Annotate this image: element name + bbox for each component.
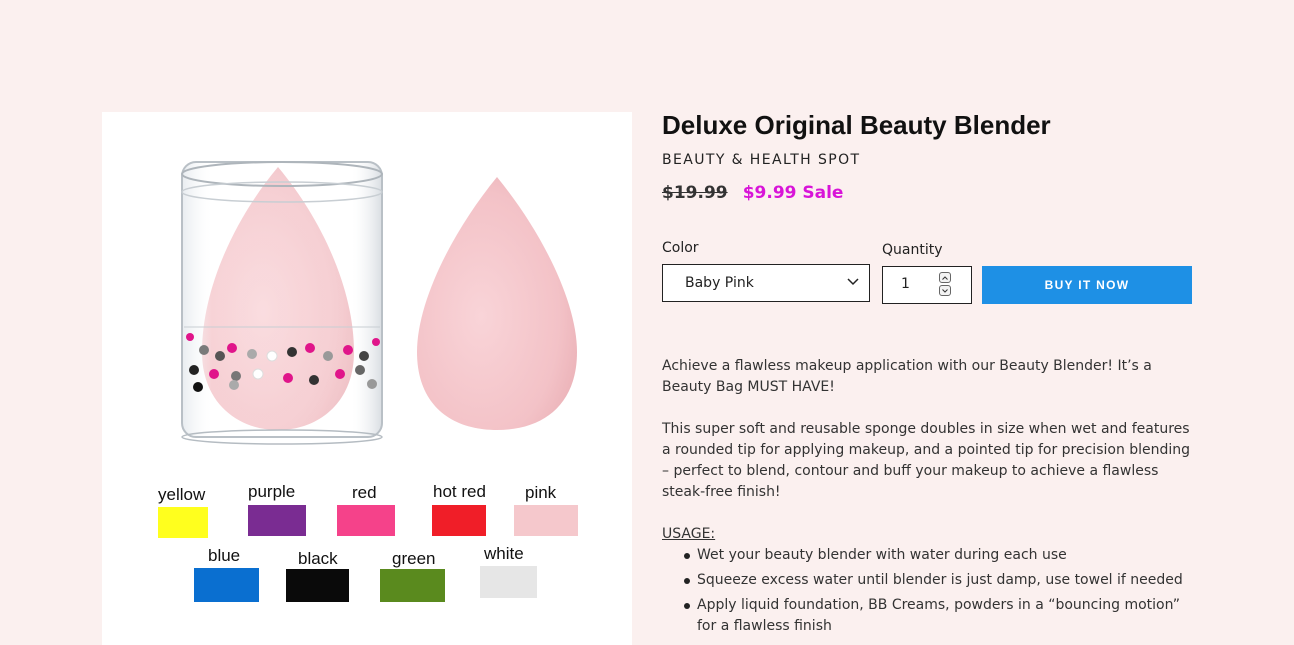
swatch-white	[480, 566, 537, 598]
swatch-label-black: black	[298, 549, 338, 568]
price: $19.99 $9.99 Sale	[662, 183, 843, 203]
list-item: Squeeze excess water until blender is ju…	[683, 570, 1192, 591]
quantity-input[interactable]	[901, 276, 931, 292]
quantity-decrement-button[interactable]	[939, 285, 951, 296]
usage-list: Wet your beauty blender with water durin…	[662, 545, 1192, 637]
swatch-label-hot-red: hot red	[433, 482, 486, 501]
buy-it-now-button[interactable]: BUY IT NOW	[982, 266, 1192, 304]
quantity-stepper[interactable]	[939, 272, 953, 298]
swatch-label-purple: purple	[248, 482, 296, 501]
color-select[interactable]: Baby Pink	[662, 264, 870, 302]
sale-price: $9.99 Sale	[742, 183, 844, 203]
chevron-down-icon	[847, 278, 859, 286]
chevron-up-icon	[942, 275, 948, 280]
color-select-value: Baby Pink	[685, 275, 754, 291]
description-paragraph: Achieve a flawless makeup application wi…	[662, 358, 1152, 395]
product-title: Deluxe Original Beauty Blender	[662, 110, 1051, 140]
quantity-field[interactable]	[882, 266, 972, 304]
swatch-label-red: red	[352, 483, 377, 502]
swatch-red	[337, 505, 395, 536]
swatch-label-blue: blue	[208, 546, 241, 565]
list-item: Wet your beauty blender with water durin…	[683, 545, 1192, 566]
swatch-yellow	[158, 507, 208, 538]
list-item: Apply liquid foundation, BB Creams, powd…	[683, 595, 1192, 637]
swatch-purple	[248, 505, 306, 536]
quantity-increment-button[interactable]	[939, 272, 951, 283]
swatch-label-white: white	[484, 544, 524, 563]
product-photo	[181, 161, 577, 445]
original-price: $19.99	[662, 183, 728, 203]
swatch-black	[286, 569, 349, 602]
swatch-label-yellow: yellow	[158, 485, 206, 504]
swatch-green	[380, 569, 445, 602]
swatch-hot-red	[432, 505, 486, 536]
description-paragraph: This super soft and reusable sponge doub…	[662, 421, 1191, 500]
product-image[interactable]: yellow purple red hot red pink blue blac…	[102, 112, 632, 645]
product-vendor: BEAUTY & HEALTH SPOT	[662, 152, 861, 168]
quantity-label: Quantity	[882, 242, 943, 258]
swatch-pink	[514, 505, 578, 536]
usage-heading: USAGE:	[662, 526, 716, 542]
swatch-blue	[194, 568, 259, 602]
color-label: Color	[662, 240, 699, 256]
product-description: Achieve a flawless makeup application wi…	[662, 356, 1192, 641]
swatch-label-green: green	[392, 549, 436, 568]
chevron-down-icon	[942, 288, 948, 293]
swatch-label-pink: pink	[525, 483, 557, 502]
